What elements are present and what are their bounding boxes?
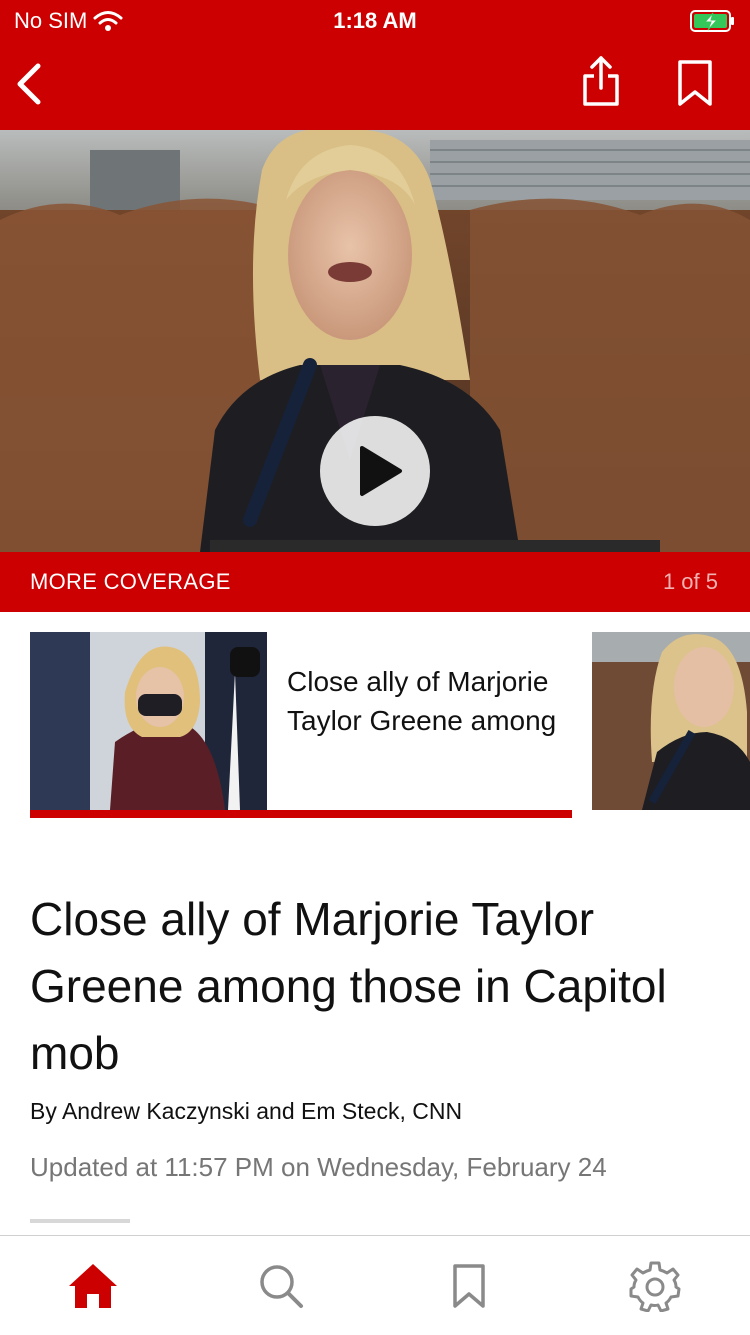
nav-bar <box>0 40 750 130</box>
hero-video[interactable] <box>0 130 750 552</box>
clock: 1:18 AM <box>333 8 417 33</box>
home-icon <box>69 1264 117 1308</box>
play-icon <box>360 446 402 496</box>
gear-icon <box>629 1261 681 1312</box>
tab-saved[interactable] <box>441 1258 497 1314</box>
share-button[interactable] <box>578 54 624 110</box>
chevron-left-icon <box>17 63 41 105</box>
card-title: Close ally of Marjorie Taylor Greene amo… <box>287 666 557 736</box>
tab-bar <box>0 1235 750 1335</box>
more-coverage-label: MORE COVERAGE <box>30 569 231 594</box>
back-button[interactable] <box>10 56 50 112</box>
card-thumbnail <box>592 632 750 810</box>
more-coverage-header: MORE COVERAGE 1 of 5 <box>0 552 750 612</box>
bookmark-icon <box>678 60 712 106</box>
status-bar: No SIM 1:18 AM <box>0 0 750 40</box>
article-byline: By Andrew Kaczynski and Em Steck, CNN <box>30 1098 463 1124</box>
card-thumbnail <box>30 632 267 810</box>
share-icon <box>583 56 619 106</box>
battery-charging-icon <box>690 10 734 32</box>
coverage-card[interactable]: Close ally of Marjorie Taylor Greene amo… <box>30 632 572 810</box>
article-timestamp: Updated at 11:57 PM on Wednesday, Februa… <box>30 1152 607 1182</box>
card-active-indicator <box>30 810 572 818</box>
article-headline: Close ally of Marjorie Taylor Greene amo… <box>30 893 667 1079</box>
search-icon <box>260 1265 303 1308</box>
coverage-card-next[interactable] <box>592 632 750 810</box>
tab-settings[interactable] <box>627 1258 683 1314</box>
bookmark-icon <box>453 1264 485 1308</box>
divider <box>30 1219 130 1223</box>
tab-search[interactable] <box>253 1258 309 1314</box>
play-button[interactable] <box>320 416 430 526</box>
bookmark-button[interactable] <box>672 56 718 112</box>
coverage-pager: 1 of 5 <box>662 569 718 594</box>
tab-home[interactable] <box>65 1258 121 1314</box>
